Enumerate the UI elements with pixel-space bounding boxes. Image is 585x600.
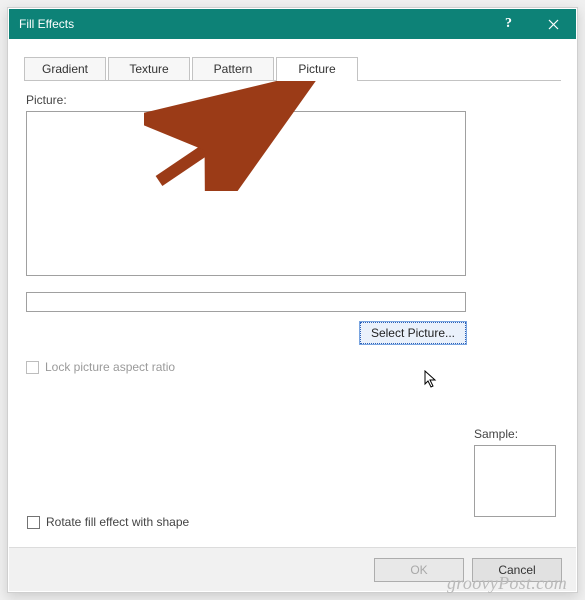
- watermark: groovyPost.com: [447, 573, 567, 594]
- lock-aspect-row: Lock picture aspect ratio: [26, 360, 559, 374]
- tab-gradient[interactable]: Gradient: [24, 57, 106, 81]
- picture-preview: [26, 111, 466, 276]
- lock-aspect-label: Lock picture aspect ratio: [45, 360, 175, 374]
- sample-area: Sample:: [474, 427, 556, 517]
- sample-preview: [474, 445, 556, 517]
- picture-filename-field: [26, 292, 466, 312]
- rotate-row: Rotate fill effect with shape: [27, 515, 189, 529]
- tab-texture[interactable]: Texture: [108, 57, 190, 81]
- tab-label: Pattern: [214, 62, 253, 76]
- tab-strip: Gradient Texture Pattern Picture: [24, 57, 561, 81]
- fill-effects-dialog: Fill Effects ? Gradient Texture Pattern …: [9, 9, 576, 591]
- tab-label: Picture: [298, 62, 335, 76]
- close-icon: [548, 19, 559, 30]
- close-button[interactable]: [531, 9, 576, 39]
- titlebar: Fill Effects ?: [9, 9, 576, 39]
- tab-label: Texture: [129, 62, 168, 76]
- rotate-checkbox[interactable]: [27, 516, 40, 529]
- select-picture-button[interactable]: Select Picture...: [360, 322, 466, 344]
- tab-label: Gradient: [42, 62, 88, 76]
- help-button[interactable]: ?: [486, 9, 531, 39]
- lock-aspect-checkbox: [26, 361, 39, 374]
- tab-pattern[interactable]: Pattern: [192, 57, 274, 81]
- dialog-title: Fill Effects: [9, 17, 486, 31]
- sample-label: Sample:: [474, 427, 556, 441]
- tab-picture[interactable]: Picture: [276, 57, 358, 81]
- picture-label: Picture:: [26, 93, 559, 107]
- rotate-label: Rotate fill effect with shape: [46, 515, 189, 529]
- picture-panel: Picture: Select Picture... Lock picture …: [24, 81, 561, 376]
